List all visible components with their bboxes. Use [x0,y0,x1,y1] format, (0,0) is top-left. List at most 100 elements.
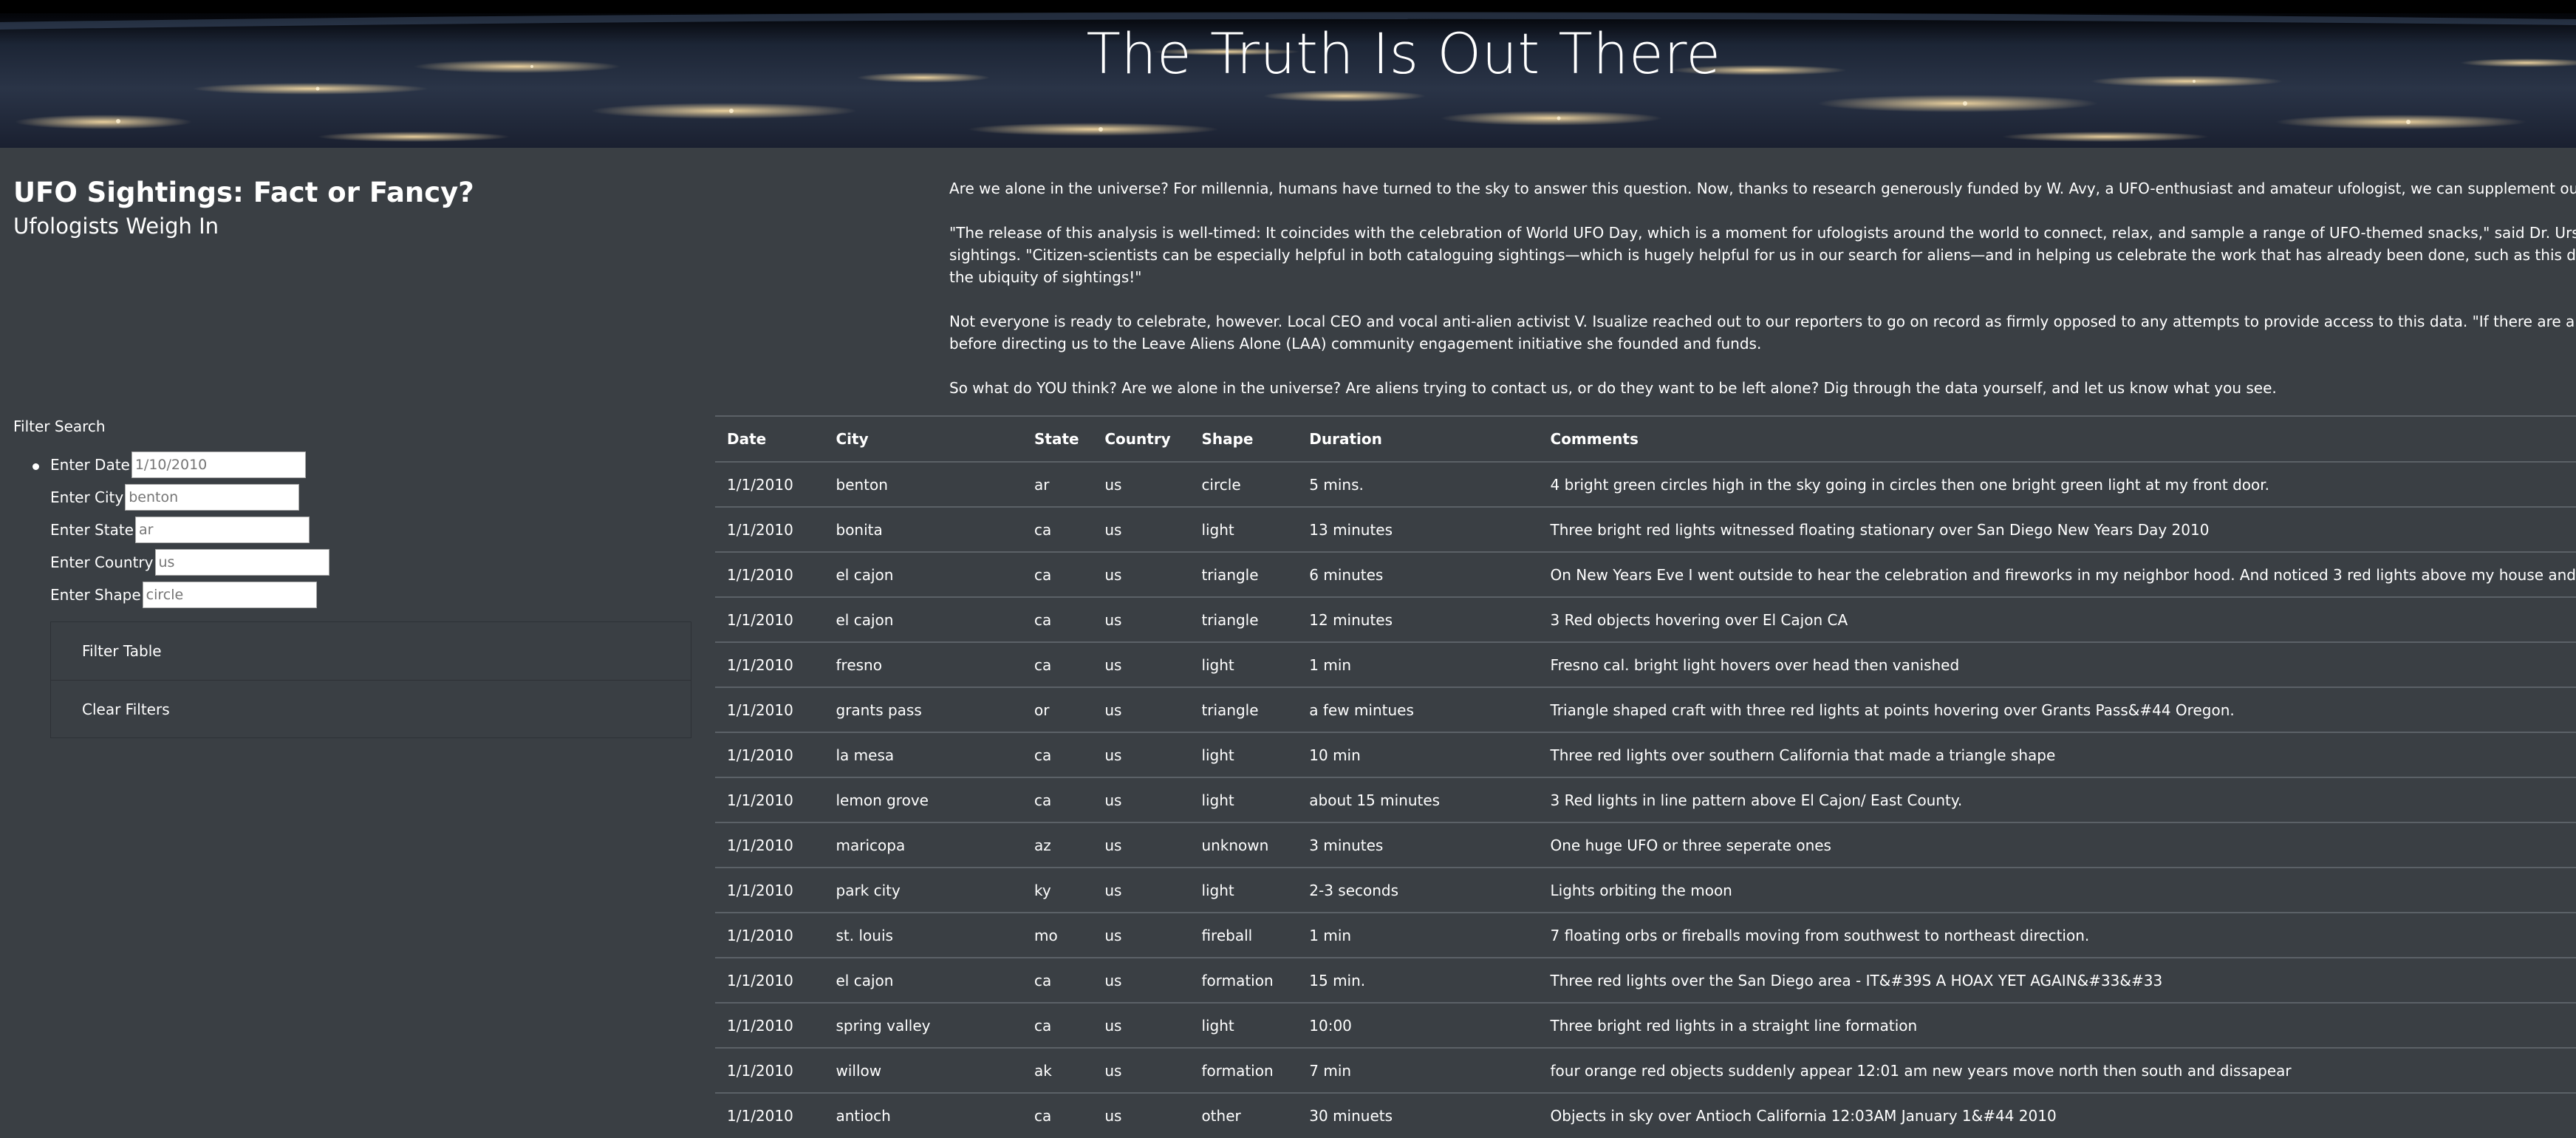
table-row: 1/1/2010 el cajon ca us triangle 12 minu… [715,596,2576,642]
cell-country: us [1093,461,1190,507]
cell-country: us [1093,867,1190,913]
header-city: City [824,415,1023,462]
table-row: 1/1/2010 fresno ca us light 1 min Fresno… [715,641,2576,687]
cell-duration: 15 min. [1297,957,1539,1003]
article: Are we alone in the universe? For millen… [949,177,2576,421]
cell-state: az [1022,822,1093,868]
cell-duration: 5 mins. [1297,461,1539,507]
article-paragraph: So what do YOU think? Are we alone in th… [949,377,2576,399]
cell-city: el cajon [824,596,1023,642]
cell-date: 1/1/2010 [715,596,824,642]
table-row: 1/1/2010 willow ak us formation 7 min fo… [715,1047,2576,1093]
cell-shape: light [1189,506,1298,552]
cell-state: ca [1022,957,1093,1003]
cell-comments: On New Years Eve I went outside to hear … [1538,551,2576,597]
city-label: Enter City [50,488,124,506]
cell-city: lemon grove [824,777,1023,822]
cell-shape: light [1189,777,1298,822]
cell-country: us [1093,686,1190,732]
cell-shape: formation [1189,957,1298,1003]
filter-panel: Filter Search Enter Date Enter City Ente… [13,415,693,738]
cell-country: us [1093,506,1190,552]
filter-city-item: Enter City [50,481,693,514]
filter-date-item: Enter Date [33,449,693,481]
cell-date: 1/1/2010 [715,732,824,777]
cell-comments: Fresno cal. bright light hovers over hea… [1538,641,2576,687]
cell-date: 1/1/2010 [715,1002,824,1048]
cell-country: us [1093,957,1190,1003]
filter-list: Enter Date Enter City Enter State Enter … [13,449,693,611]
hero-title: The Truth Is Out There [1086,21,1721,86]
cell-duration: 10:00 [1297,1002,1539,1048]
cell-date: 1/1/2010 [715,912,824,958]
cell-date: 1/1/2010 [715,506,824,552]
table-body: 1/1/2010 benton ar us circle 5 mins. 4 b… [715,461,2576,1138]
table-row: 1/1/2010 spring valley ca us light 10:00… [715,1002,2576,1048]
cell-shape: triangle [1189,686,1298,732]
cell-duration: 2-3 seconds [1297,867,1539,913]
cell-comments: Lights orbiting the moon [1538,867,2576,913]
cell-comments: Three red lights over the San Diego area… [1538,957,2576,1003]
cell-date: 1/1/2010 [715,957,824,1003]
cell-date: 1/1/2010 [715,777,824,822]
cell-comments: Three bright red lights witnessed floati… [1538,506,2576,552]
city-input[interactable] [125,484,300,511]
cell-duration: 6 minutes [1297,551,1539,597]
filter-table-button[interactable]: Filter Table [50,622,691,680]
header-country: Country [1093,415,1190,462]
hero-banner: The Truth Is Out There [0,0,2576,148]
cell-state: ca [1022,596,1093,642]
cell-state: ca [1022,551,1093,597]
cell-country: us [1093,596,1190,642]
shape-input[interactable] [142,582,317,608]
article-text: So what do YOU think? Are we alone in th… [949,379,2277,397]
article-paragraph: "The release of this analysis is well-ti… [949,222,2576,288]
cell-comments: 7 floating orbs or fireballs moving from… [1538,912,2576,958]
filter-country-item: Enter Country [50,546,693,579]
cell-state: or [1022,686,1093,732]
filter-heading: Filter Search [13,418,106,435]
cell-state: ca [1022,732,1093,777]
cell-city: bonita [824,506,1023,552]
cell-duration: 1 min [1297,641,1539,687]
cell-state: ca [1022,777,1093,822]
cell-duration: 3 minutes [1297,822,1539,868]
cell-duration: 7 min [1297,1047,1539,1093]
cell-shape: triangle [1189,596,1298,642]
state-input[interactable] [134,517,310,543]
table-row: 1/1/2010 grants pass or us triangle a fe… [715,686,2576,732]
cell-city: la mesa [824,732,1023,777]
clear-filters-button[interactable]: Clear Filters [50,680,691,737]
table-row: 1/1/2010 la mesa ca us light 10 min Thre… [715,732,2576,777]
cell-shape: light [1189,732,1298,777]
cell-date: 1/1/2010 [715,641,824,687]
cell-shape: light [1189,867,1298,913]
cell-city: el cajon [824,957,1023,1003]
page-header: UFO Sightings: Fact or Fancy? Ufologists… [13,174,693,241]
table-row: 1/1/2010 maricopa az us unknown 3 minute… [715,822,2576,868]
cell-city: maricopa [824,822,1023,868]
cell-shape: circle [1189,461,1298,507]
cell-date: 1/1/2010 [715,1047,824,1093]
cell-country: us [1093,732,1190,777]
cell-city: grants pass [824,686,1023,732]
shape-label: Enter Shape [50,586,141,604]
country-input[interactable] [154,549,329,576]
cell-city: st. louis [824,912,1023,958]
cell-state: ca [1022,506,1093,552]
cell-country: us [1093,641,1190,687]
cell-state: ar [1022,461,1093,507]
header-duration: Duration [1297,415,1539,462]
cell-date: 1/1/2010 [715,867,824,913]
cell-shape: triangle [1189,551,1298,597]
cell-comments: four orange red objects suddenly appear … [1538,1047,2576,1093]
date-label: Enter Date [50,456,130,474]
page-title: UFO Sightings: Fact or Fancy? [13,177,474,208]
cell-shape: fireball [1189,912,1298,958]
filter-state-item: Enter State [50,514,693,546]
article-text: Not everyone is ready to celebrate, howe… [949,313,2576,330]
date-input[interactable] [131,452,306,478]
header-comments: Comments [1538,415,2576,462]
header-state: State [1022,415,1093,462]
table-header-row: Date City State Country Shape Duration C… [715,415,2576,462]
